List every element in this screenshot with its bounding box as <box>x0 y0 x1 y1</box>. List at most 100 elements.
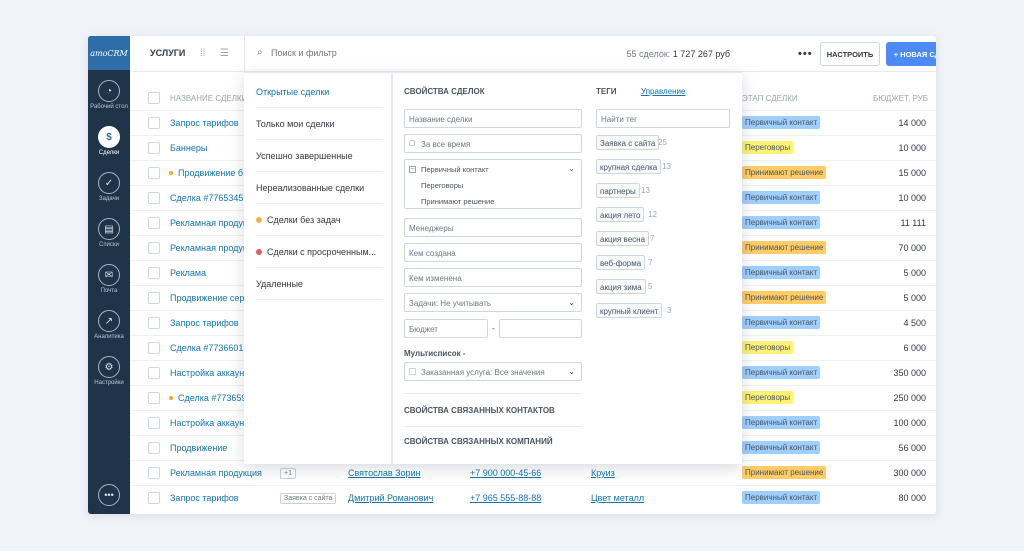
row-checkbox[interactable] <box>148 492 160 504</box>
row-checkbox[interactable] <box>148 442 160 454</box>
managers-field[interactable]: Менеджеры <box>404 218 582 237</box>
row-checkbox[interactable] <box>148 467 160 479</box>
tag-chip[interactable]: крупная сделка <box>596 159 662 174</box>
preset-dot <box>256 217 262 223</box>
created-by-field[interactable]: Кем создана <box>404 243 582 262</box>
chat-icon[interactable]: ••• <box>98 484 120 506</box>
tag-search-input[interactable]: Найти тег <box>596 109 730 128</box>
column-header-budget[interactable]: БЮДЖЕТ, РУБ <box>873 94 928 103</box>
deal-name-link[interactable]: Реклама <box>170 268 206 278</box>
deal-name-link[interactable]: Продвижение сер <box>170 293 244 303</box>
filter-preset[interactable]: Открытые сделки <box>256 77 382 108</box>
deal-name-link[interactable]: Рекламная продук <box>170 243 247 253</box>
sidebar-item[interactable]: ⚙ Настройки <box>88 356 130 392</box>
sidebar-item[interactable]: ✉ Почта <box>88 264 130 300</box>
deal-name-link[interactable]: Продвижение <box>170 443 227 453</box>
period-field[interactable]: ▢ За все время <box>404 134 582 153</box>
sidebar-item-label: Сделки <box>98 150 120 156</box>
row-checkbox[interactable] <box>148 367 160 379</box>
divider <box>392 73 393 464</box>
column-header-stage[interactable]: ЭТАП СДЕЛКИ <box>742 94 798 103</box>
contact-link[interactable]: Святослав Зорин <box>348 468 421 478</box>
tags-manage-link[interactable]: Управление <box>641 87 685 96</box>
tag-chip[interactable]: партнеры <box>596 183 640 198</box>
table-row[interactable]: Запрос тарифов Заявка с сайта Дмитрий Рома… <box>130 485 936 510</box>
row-checkbox[interactable] <box>148 292 160 304</box>
phone-link[interactable]: +7 965 555-88-88 <box>470 493 541 503</box>
budget-from-field[interactable]: Бюджет <box>404 319 488 338</box>
list-view-icon[interactable]: ☰ <box>220 48 229 59</box>
filter-preset[interactable]: Только мои сделки <box>256 109 382 140</box>
stage-option[interactable]: Первичный контакт <box>421 165 489 174</box>
deal-name-link[interactable]: Настройка аккаун <box>170 418 244 428</box>
companies-props-title[interactable]: СВОЙСТВА СВЯЗАННЫХ КОМПАНИЙ <box>404 437 553 446</box>
sidebar-item[interactable]: ▤ Списки <box>88 218 130 254</box>
filter-preset[interactable]: Нереализованные сделки <box>256 173 382 204</box>
budget-to-field[interactable] <box>499 319 582 338</box>
sidebar-item[interactable]: ↗ Аналитика <box>88 310 130 346</box>
deal-name-link[interactable]: Сделка #773659 <box>178 393 246 403</box>
new-deal-button[interactable]: + НОВАЯ СДЕЛКА <box>886 42 936 66</box>
tag-chip[interactable]: веб-форма <box>596 255 646 270</box>
budget-value: 11 111 <box>900 218 926 228</box>
stage-option[interactable]: Принимают решение <box>421 197 494 206</box>
row-checkbox[interactable] <box>148 167 160 179</box>
deal-tag: +1 <box>280 468 296 479</box>
deal-name-link[interactable]: Продвижение б <box>178 168 243 178</box>
filter-preset[interactable]: Успешно завершенные <box>256 141 382 172</box>
deal-name-link[interactable]: Запрос тарифов <box>170 493 239 503</box>
company-link[interactable]: Цвет металл <box>591 493 644 503</box>
changed-by-field[interactable]: Кем изменена <box>404 268 582 287</box>
tag-chip[interactable]: акция весна <box>596 231 650 246</box>
deal-name-link[interactable]: Запрос тарифов <box>170 318 239 328</box>
configure-button[interactable]: НАСТРОИТЬ <box>820 42 880 66</box>
settings-icon: ⚙ <box>98 356 120 378</box>
deal-name-link[interactable]: Рекламная продукция <box>170 468 262 478</box>
contact-link[interactable]: Дмитрий Романович <box>348 493 433 503</box>
row-checkbox[interactable] <box>148 417 160 429</box>
sidebar-item[interactable]: ✓ Задачи <box>88 172 130 208</box>
deal-name-link[interactable]: Сделка #7736601 <box>170 343 243 353</box>
row-checkbox[interactable] <box>148 217 160 229</box>
column-header-name[interactable]: НАЗВАНИЕ СДЕЛКИ <box>170 94 247 103</box>
row-checkbox[interactable] <box>148 267 160 279</box>
contacts-props-title[interactable]: СВОЙСТВА СВЯЗАННЫХ КОНТАКТОВ <box>404 406 555 415</box>
tag-count: 13 <box>641 186 650 195</box>
stage-option[interactable]: Переговоры <box>421 181 463 190</box>
row-checkbox[interactable] <box>148 242 160 254</box>
deal-name-link[interactable]: Рекламная продук <box>170 218 247 228</box>
stages-select[interactable]: – Первичный контакт Переговоры Принимают… <box>404 159 582 209</box>
checkbox[interactable] <box>409 368 416 375</box>
stage-badge: Первичный контакт <box>742 491 821 504</box>
filter-preset[interactable]: Сделки без задач <box>256 205 382 236</box>
tag-chip[interactable]: крупный клиент <box>596 303 663 318</box>
filter-preset[interactable]: Сделки с просроченным... <box>256 237 382 268</box>
phone-link[interactable]: +7 900 000-45-66 <box>470 468 541 478</box>
sidebar-item-label: Рабочий стол <box>90 104 128 110</box>
multilist-select[interactable]: Заказанная услуга: Все значения ⌄ <box>404 362 582 381</box>
deal-name-link[interactable]: Баннеры <box>170 143 207 153</box>
sidebar-item[interactable]: ◔ Рабочий стол <box>88 80 130 116</box>
row-checkbox[interactable] <box>148 117 160 129</box>
tag-chip[interactable]: акция зима <box>596 279 646 294</box>
select-all-checkbox[interactable] <box>148 92 160 104</box>
search-input[interactable] <box>271 48 471 58</box>
row-checkbox[interactable] <box>148 142 160 154</box>
tag-chip[interactable]: акция лето <box>596 207 645 222</box>
row-checkbox[interactable] <box>148 342 160 354</box>
company-link[interactable]: Круиз <box>591 468 615 478</box>
pipeline-view-icon[interactable]: ⁞⁞ <box>200 48 206 59</box>
deal-name-link[interactable]: Запрос тарифов <box>170 118 239 128</box>
row-checkbox[interactable] <box>148 192 160 204</box>
tasks-select[interactable]: Задачи: Не учитывать ⌄ <box>404 293 582 312</box>
sidebar-item[interactable]: $ Сделки <box>88 126 130 162</box>
stage-badge: Первичный контакт <box>742 191 821 204</box>
row-checkbox[interactable] <box>148 317 160 329</box>
deal-name-link[interactable]: Сделка #7765345 <box>170 193 243 203</box>
deal-name-field[interactable]: Название сделки <box>404 109 582 128</box>
more-button[interactable]: ••• <box>798 48 813 60</box>
deal-name-link[interactable]: Настройка аккаун <box>170 368 244 378</box>
row-checkbox[interactable] <box>148 392 160 404</box>
tag-chip[interactable]: Заявка с сайта <box>596 135 660 150</box>
filter-preset[interactable]: Удаленные <box>256 269 382 300</box>
